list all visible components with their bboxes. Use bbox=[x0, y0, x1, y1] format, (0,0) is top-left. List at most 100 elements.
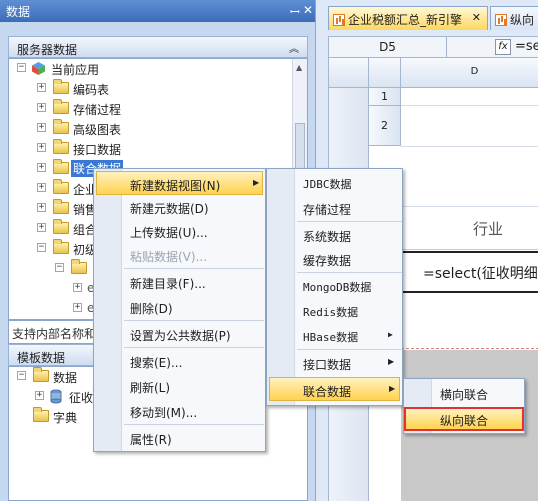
menu-item-paste-data: 粘贴数据(V)... bbox=[94, 243, 265, 267]
expand-node-icon[interactable]: + bbox=[37, 103, 46, 112]
folder-icon bbox=[53, 79, 69, 94]
app-cube-icon bbox=[32, 62, 45, 75]
menu-item-cache-data[interactable]: 缓存数据 bbox=[267, 247, 402, 271]
tree-item-root[interactable]: − 当前应用 bbox=[9, 59, 299, 79]
menu-item-label: 横向联合 bbox=[440, 388, 489, 402]
page-break-line bbox=[401, 348, 538, 349]
tree-label: 字典 bbox=[53, 411, 78, 425]
folder-icon bbox=[71, 259, 87, 274]
menu-item-move-to[interactable]: 移动到(M)... bbox=[94, 399, 265, 423]
tree-item-stored-proc[interactable]: + 存储过程 bbox=[9, 99, 299, 119]
folder-icon bbox=[53, 179, 69, 194]
menu-item-delete[interactable]: 删除(D) bbox=[94, 295, 265, 319]
grid-line bbox=[401, 146, 538, 147]
menu-item-label: 系统数据 bbox=[303, 230, 352, 244]
grid-line bbox=[401, 105, 538, 106]
scroll-up-icon[interactable]: ▲ bbox=[296, 63, 302, 72]
tree-item-advanced-chart[interactable]: + 高级图表 bbox=[9, 119, 299, 139]
tree-label: 数据 bbox=[53, 371, 78, 385]
expand-node-icon[interactable]: + bbox=[73, 303, 82, 312]
tree-item-code-table[interactable]: + 编码表 bbox=[9, 79, 299, 99]
menu-item-new-data-view[interactable]: 新建数据视图(N) ▶ bbox=[96, 171, 263, 195]
collapse-node-icon[interactable]: − bbox=[55, 263, 64, 272]
menu-item-set-public[interactable]: 设置为公共数据(P) bbox=[94, 322, 265, 346]
menu-item-label: MongoDB数据 bbox=[303, 281, 372, 294]
menu-item-redis-data[interactable]: Redis数据 bbox=[267, 299, 402, 323]
folder-icon bbox=[53, 159, 69, 174]
menu-item-stored-procedure[interactable]: 存储过程 bbox=[267, 196, 402, 220]
menu-item-label: 存储过程 bbox=[303, 203, 352, 217]
expand-node-icon[interactable]: + bbox=[73, 283, 82, 292]
menu-item-label: 移动到(M)... bbox=[130, 406, 198, 420]
cell-reference-box[interactable]: D5 bbox=[329, 37, 447, 57]
close-icon[interactable]: ✕ bbox=[303, 3, 313, 17]
menu-item-search[interactable]: 搜索(E)... bbox=[94, 349, 265, 373]
menu-item-label: 属性(R) bbox=[130, 433, 172, 447]
expand-node-icon[interactable]: + bbox=[37, 203, 46, 212]
menu-separator bbox=[124, 320, 264, 321]
expand-node-icon[interactable]: + bbox=[37, 163, 46, 172]
menu-item-mongodb-data[interactable]: MongoDB数据 bbox=[267, 274, 402, 298]
submenu-arrow-icon: ▶ bbox=[253, 178, 260, 187]
menu-item-label: 粘贴数据(V)... bbox=[130, 250, 208, 264]
formula-input[interactable]: =sel bbox=[515, 39, 538, 54]
tab-enterprise-tax-summary[interactable]: 企业税额汇总_新引擎 ✕ bbox=[328, 6, 488, 30]
row-header-1[interactable]: 1 bbox=[369, 88, 401, 106]
expand-node-icon[interactable]: + bbox=[37, 83, 46, 92]
menu-item-new-directory[interactable]: 新建目录(F)... bbox=[94, 270, 265, 294]
expand-node-icon[interactable]: + bbox=[37, 183, 46, 192]
menu-item-system-data[interactable]: 系统数据 bbox=[267, 223, 402, 247]
tree-label-root: 当前应用 bbox=[51, 63, 100, 77]
tree-label: 征收 bbox=[69, 391, 94, 405]
tree-item-api-data[interactable]: + 接口数据 bbox=[9, 139, 299, 159]
server-data-header[interactable]: 服务器数据 ︽ bbox=[8, 36, 308, 58]
fx-button[interactable]: fx bbox=[495, 39, 511, 55]
menu-item-label: 接口数据 bbox=[303, 358, 352, 372]
menu-item-label: 刷新(L) bbox=[130, 381, 171, 395]
menu-separator bbox=[124, 268, 264, 269]
collapse-node-icon[interactable]: − bbox=[37, 243, 46, 252]
collapse-node-icon[interactable]: − bbox=[17, 63, 26, 72]
tab-label: 企业税额汇总_新引擎 bbox=[348, 13, 463, 27]
expand-node-icon[interactable]: + bbox=[37, 143, 46, 152]
tab-vertical[interactable]: 纵向 bbox=[490, 6, 538, 30]
menu-separator bbox=[297, 221, 402, 222]
corner-header bbox=[329, 58, 369, 88]
pin-icon[interactable]: ꟷ bbox=[290, 3, 300, 20]
tree-label: 高级图表 bbox=[73, 123, 122, 137]
menu-item-properties[interactable]: 属性(R) bbox=[94, 426, 265, 450]
expand-node-icon[interactable]: + bbox=[37, 223, 46, 232]
folder-icon bbox=[33, 367, 49, 382]
folder-icon bbox=[53, 99, 69, 114]
collapse-node-icon[interactable]: − bbox=[17, 371, 26, 380]
menu-item-vertical-union[interactable]: 纵向联合 bbox=[404, 407, 524, 431]
expand-node-icon[interactable]: + bbox=[35, 391, 44, 400]
report-icon bbox=[495, 14, 507, 26]
menu-separator bbox=[297, 272, 402, 273]
expand-node-icon[interactable]: + bbox=[37, 123, 46, 132]
formula-bar: D5 fx =sel bbox=[328, 36, 538, 58]
collapse-icon[interactable]: ︽ bbox=[289, 40, 299, 55]
menu-item-upload-data[interactable]: 上传数据(U)... bbox=[94, 219, 265, 243]
menu-item-jdbc-data[interactable]: JDBC数据 bbox=[267, 171, 402, 195]
folder-icon bbox=[33, 407, 49, 422]
data-view-submenu: JDBC数据 存储过程 系统数据 缓存数据 MongoDB数据 Redis数据 … bbox=[266, 168, 403, 406]
tab-label: 纵向 bbox=[510, 13, 535, 27]
close-tab-icon[interactable]: ✕ bbox=[472, 11, 481, 24]
menu-item-label: 缓存数据 bbox=[303, 254, 352, 268]
cell-formula[interactable]: =select(征收明细 bbox=[401, 251, 538, 293]
menu-item-hbase-data[interactable]: HBase数据 ▶ bbox=[267, 324, 402, 348]
menu-item-horizontal-union[interactable]: 横向联合 bbox=[404, 381, 524, 405]
cell-industry[interactable]: 行业 bbox=[401, 208, 538, 250]
folder-icon bbox=[53, 119, 69, 134]
row-header-2[interactable]: 2 bbox=[369, 106, 401, 146]
menu-item-label: 设置为公共数据(P) bbox=[130, 329, 231, 343]
menu-item-api-data[interactable]: 接口数据 ▶ bbox=[267, 351, 402, 375]
menu-item-refresh[interactable]: 刷新(L) bbox=[94, 374, 265, 398]
menu-item-label: 新建元数据(D) bbox=[130, 202, 209, 216]
menu-item-union-data[interactable]: 联合数据 ▶ bbox=[269, 377, 400, 401]
menu-item-label: 联合数据 bbox=[303, 385, 352, 399]
column-header-d[interactable]: D bbox=[401, 58, 538, 88]
row-header-corner bbox=[369, 58, 401, 88]
menu-item-new-metadata[interactable]: 新建元数据(D) bbox=[94, 195, 265, 219]
